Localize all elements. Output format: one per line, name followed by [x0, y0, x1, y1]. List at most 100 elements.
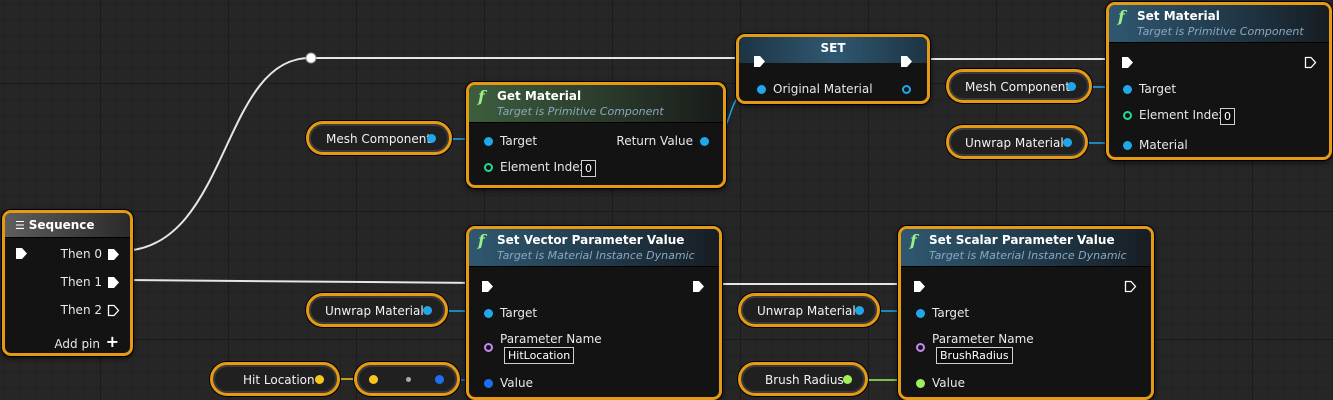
mesh-component-getter-1[interactable]: Mesh Component — [306, 121, 452, 155]
set-scalar-parameter-name-pin[interactable] — [916, 343, 925, 352]
set-vector-target-pin[interactable] — [484, 309, 493, 318]
unwrap-material-output-pin[interactable] — [855, 306, 864, 315]
get-material-subtitle: Target is Primitive Component — [497, 105, 664, 118]
function-icon: f — [1118, 7, 1125, 26]
set-vector-exec-in[interactable] — [481, 280, 494, 293]
sequence-exec-in[interactable] — [15, 247, 28, 260]
set-scalar-title: Set Scalar Parameter Value — [929, 233, 1115, 247]
set-vector-value-label: Value — [500, 376, 533, 390]
set-material-title: Set Material — [1137, 9, 1220, 23]
conversion-dot-icon — [406, 377, 411, 382]
set-vector-target-label: Target — [500, 306, 538, 320]
set-scalar-exec-out[interactable] — [1124, 280, 1137, 293]
set-scalar-value-pin[interactable] — [916, 379, 925, 388]
variable-label: Brush Radius — [765, 373, 844, 387]
hit-location-getter[interactable]: Hit Location — [210, 362, 340, 396]
mesh-component-output-pin[interactable] — [427, 134, 436, 143]
variable-label: Unwrap Material — [965, 136, 1064, 150]
set-scalar-value-label: Value — [932, 376, 965, 390]
mesh-component-getter-2[interactable]: Mesh Component — [946, 69, 1092, 103]
set-material-element-index-input[interactable]: 0 — [1220, 108, 1235, 125]
set-material-header: f Set Material Target is Primitive Compo… — [1109, 5, 1329, 43]
variable-label: Unwrap Material — [325, 304, 424, 318]
sequence-then0-label: Then 0 — [60, 247, 102, 261]
set-exec-in[interactable] — [753, 55, 766, 68]
sequence-then2-label: Then 2 — [60, 303, 102, 317]
set-scalar-parameter-node[interactable]: f Set Scalar Parameter Value Target is M… — [898, 226, 1154, 400]
set-material-element-index-label: Element Index — [1139, 108, 1226, 122]
hit-location-output-pin[interactable] — [315, 375, 324, 384]
set-vector-parameter-name-label: Parameter Name — [500, 332, 602, 346]
set-vector-exec-out[interactable] — [692, 280, 705, 293]
set-scalar-target-pin[interactable] — [916, 309, 925, 318]
add-pin-plus-icon[interactable]: + — [106, 332, 119, 351]
set-material-target-pin[interactable] — [1123, 85, 1132, 94]
set-vector-parameter-name-pin[interactable] — [484, 343, 493, 352]
set-scalar-target-label: Target — [932, 306, 970, 320]
set-material-element-index-pin[interactable] — [1123, 111, 1132, 120]
exec-wire-then1 — [119, 279, 481, 284]
get-material-element-index-pin[interactable] — [484, 163, 493, 172]
unwrap-material-getter-3[interactable]: Unwrap Material — [738, 293, 880, 327]
set-scalar-parameter-name-input[interactable]: BrushRadius — [936, 347, 1013, 364]
variable-label: Mesh Component — [965, 80, 1071, 94]
get-material-return-label: Return Value — [616, 134, 693, 148]
set-material-exec-in[interactable] — [1121, 56, 1134, 69]
set-material-material-pin[interactable] — [1123, 141, 1132, 150]
vector-conversion-node[interactable] — [354, 362, 460, 396]
sequence-then1-label: Then 1 — [60, 275, 102, 289]
set-vector-header: f Set Vector Parameter Value Target is M… — [469, 229, 719, 267]
mesh-component-output-pin[interactable] — [1067, 82, 1076, 91]
sequence-node[interactable]: ☰ Sequence Then 0 Then 1 Then 2 Add pin … — [2, 210, 133, 356]
unwrap-material-output-pin[interactable] — [423, 306, 432, 315]
function-icon: f — [478, 231, 485, 250]
sequence-then2-pin[interactable] — [107, 304, 120, 317]
unwrap-material-getter-2[interactable]: Unwrap Material — [306, 293, 448, 327]
reroute-node — [305, 52, 317, 64]
set-vector-parameter-node[interactable]: f Set Vector Parameter Value Target is M… — [466, 226, 722, 400]
brush-radius-getter[interactable]: Brush Radius — [738, 362, 868, 396]
set-exec-out[interactable] — [900, 55, 913, 68]
variable-label: Mesh Component — [326, 132, 432, 146]
conversion-output-pin[interactable] — [435, 375, 444, 384]
function-icon: f — [910, 231, 917, 250]
set-material-node[interactable]: f Set Material Target is Primitive Compo… — [1106, 2, 1332, 160]
set-material-target-label: Target — [1139, 82, 1177, 96]
set-material-subtitle: Target is Primitive Component — [1137, 25, 1304, 38]
set-original-material-pin[interactable] — [757, 85, 766, 94]
variable-label: Hit Location — [243, 373, 315, 387]
sequence-then1-pin[interactable] — [107, 276, 120, 289]
exec-wire-then0 — [119, 57, 311, 252]
function-icon: f — [478, 87, 485, 106]
brush-radius-output-pin[interactable] — [843, 375, 852, 384]
sequence-then0-pin[interactable] — [107, 248, 120, 261]
set-material-exec-out[interactable] — [1304, 56, 1317, 69]
set-vector-parameter-name-input[interactable]: HitLocation — [504, 347, 575, 364]
get-material-element-index-label: Element Index — [500, 160, 587, 174]
set-variable-node[interactable]: SET Original Material — [736, 34, 930, 104]
set-scalar-exec-in[interactable] — [913, 280, 926, 293]
set-node-header: SET — [739, 37, 927, 63]
set-scalar-subtitle: Target is Material Instance Dynamic — [929, 249, 1127, 262]
set-vector-subtitle: Target is Material Instance Dynamic — [497, 249, 695, 262]
set-scalar-parameter-name-label: Parameter Name — [932, 332, 1034, 346]
variable-label: Unwrap Material — [757, 304, 856, 318]
get-material-target-pin[interactable] — [484, 137, 493, 146]
conversion-input-pin[interactable] — [369, 375, 378, 384]
get-material-return-pin[interactable] — [700, 137, 709, 146]
set-original-material-label: Original Material — [773, 82, 873, 96]
sequence-add-pin-label[interactable]: Add pin — [54, 337, 100, 351]
unwrap-material-getter-1[interactable]: Unwrap Material — [946, 125, 1088, 159]
sequence-title: Sequence — [28, 218, 95, 232]
get-material-node[interactable]: f Get Material Target is Primitive Compo… — [466, 82, 726, 188]
get-material-element-index-input[interactable]: 0 — [581, 160, 596, 177]
get-material-target-label: Target — [500, 134, 538, 148]
get-material-header: f Get Material Target is Primitive Compo… — [469, 85, 723, 123]
set-material-material-label: Material — [1139, 138, 1188, 152]
set-output-pin[interactable] — [902, 85, 911, 94]
set-vector-title: Set Vector Parameter Value — [497, 233, 685, 247]
sequence-icon: ☰ — [15, 219, 29, 232]
unwrap-material-output-pin[interactable] — [1063, 138, 1072, 147]
sequence-header: ☰ Sequence — [5, 213, 130, 238]
set-vector-value-pin[interactable] — [484, 379, 493, 388]
